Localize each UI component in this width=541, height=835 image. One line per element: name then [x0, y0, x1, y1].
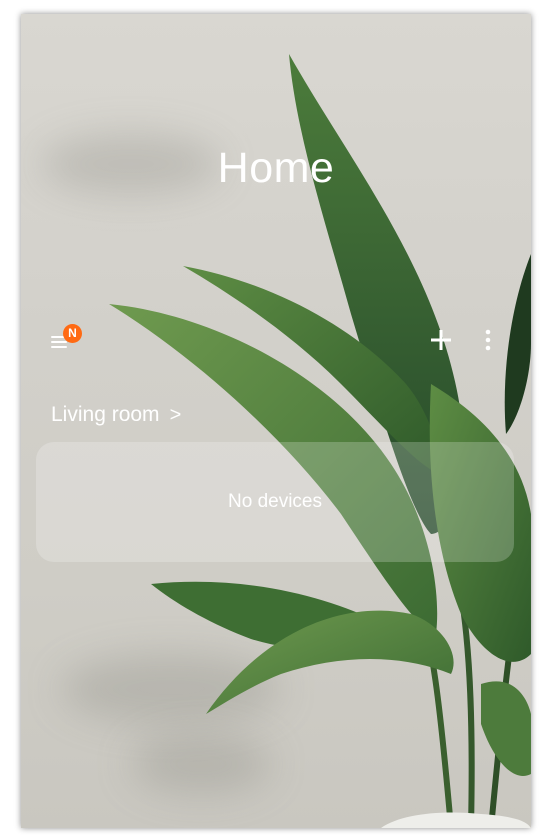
room-name: Living room — [51, 403, 160, 426]
more-options-button[interactable] — [478, 325, 498, 355]
menu-button[interactable]: N — [45, 324, 85, 360]
add-button[interactable] — [426, 325, 456, 355]
room-selector[interactable]: Living room > — [51, 399, 181, 431]
plus-icon — [431, 330, 451, 350]
chevron-right-icon: > — [169, 403, 182, 426]
page-title: Home — [217, 144, 335, 192]
devices-card[interactable]: No devices — [36, 442, 514, 562]
app-screen: Home N Living room > No devices — [21, 14, 531, 828]
more-vertical-icon — [485, 329, 491, 351]
notification-badge: N — [63, 324, 82, 343]
no-devices-text: No devices — [228, 491, 322, 512]
